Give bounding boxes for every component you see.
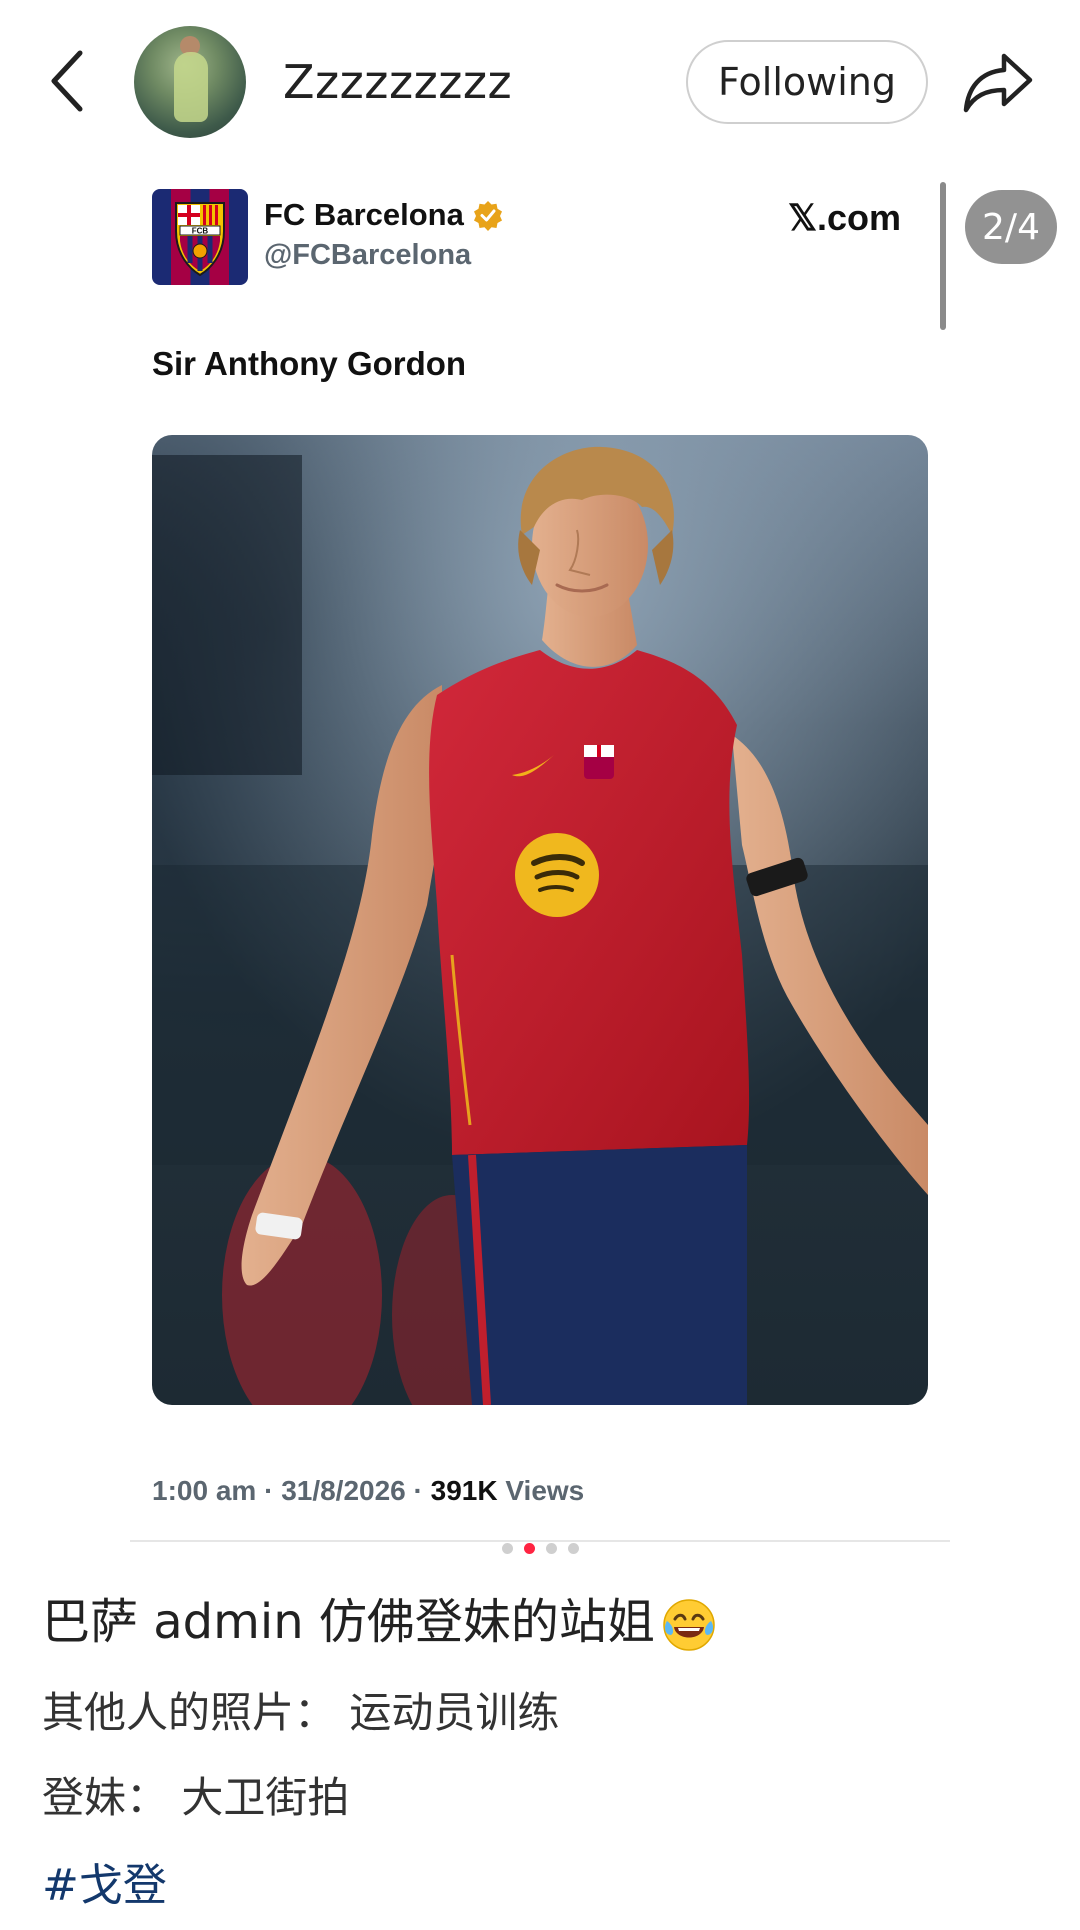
tweet-date: 31/8/2026 — [281, 1475, 406, 1506]
tweet-card[interactable]: FCB FC Barcelona @FCBarcelona 𝕏.com Sir … — [130, 175, 950, 1542]
laughing-tears-emoji-icon — [663, 1599, 715, 1651]
tweet-author-handle[interactable]: @FCBarcelona — [264, 239, 471, 272]
carousel-dot[interactable] — [545, 1543, 557, 1554]
meta-separator: · — [405, 1475, 431, 1506]
tweet-meta: 1:00 am · 31/8/2026 · 391K Views — [152, 1475, 584, 1507]
carousel-dot[interactable] — [567, 1543, 579, 1554]
tweet-author-name[interactable]: FC Barcelona — [264, 197, 504, 233]
carousel-dot[interactable] — [501, 1543, 513, 1554]
fcb-crest-icon: FCB — [175, 202, 225, 277]
post-title-text: 巴萨 admin 仿佛登妹的站姐 — [42, 1594, 655, 1650]
fc-barcelona-logo[interactable]: FCB — [152, 189, 248, 285]
verified-badge-icon — [473, 201, 502, 231]
username[interactable]: Zzzzzzzzz — [283, 52, 512, 112]
top-bar: Zzzzzzzzz Following — [0, 0, 1080, 170]
svg-text:FCB: FCB — [192, 227, 209, 236]
tweet-time: 1:00 am — [152, 1475, 257, 1506]
avatar[interactable] — [134, 26, 246, 138]
post-title: 巴萨 admin 仿佛登妹的站姐 — [42, 1592, 717, 1653]
views-label: Views — [505, 1475, 585, 1506]
avatar-figure-body — [174, 52, 208, 122]
meta-separator: · — [256, 1475, 282, 1506]
following-button[interactable]: Following — [686, 40, 928, 124]
post-line-other-photos: 其他人的照片： 运动员训练 — [42, 1688, 560, 1737]
share-arrow-icon — [963, 53, 1033, 113]
card-divider — [130, 1540, 950, 1542]
views-count: 391K — [430, 1475, 498, 1506]
share-button[interactable] — [958, 42, 1038, 122]
image-page-counter: 2/4 — [965, 190, 1057, 264]
tweet-text: Sir Anthony Gordon — [152, 345, 467, 382]
carousel-dots[interactable] — [0, 1543, 1080, 1559]
back-button[interactable] — [40, 45, 94, 117]
back-chevron-icon — [51, 50, 83, 112]
carousel-dot-active[interactable] — [523, 1543, 535, 1554]
tweet-author-name-text: FC Barcelona — [264, 197, 464, 232]
player-photo — [152, 435, 928, 1405]
x-com-source-link[interactable]: 𝕏.com — [788, 197, 901, 239]
tweet-photo[interactable] — [152, 435, 928, 1405]
hashtag-link[interactable]: #戈登 — [42, 1858, 167, 1914]
post-line-deng-mei: 登妹： 大卫街拍 — [42, 1773, 350, 1822]
scrollbar[interactable] — [940, 182, 946, 330]
